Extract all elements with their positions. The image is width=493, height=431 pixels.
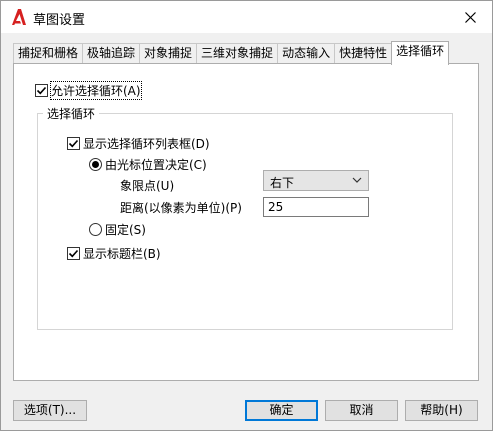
title-bar: 草图设置 (1, 1, 492, 33)
options-button[interactable]: 选项(T)... (13, 400, 87, 421)
dialog-window: 草图设置 捕捉和栅格 极轴追踪 对象捕捉 三维对象捕捉 动态输入 快捷特性 选择… (0, 0, 493, 431)
show-titlebar-label: 显示标题栏(B) (83, 247, 161, 261)
tab-quick-properties[interactable]: 快捷特性 (334, 43, 393, 64)
checkmark-icon (36, 86, 47, 95)
autocad-a-icon (12, 9, 26, 25)
ok-button[interactable]: 确定 (245, 400, 318, 421)
help-button[interactable]: 帮助(H) (405, 400, 478, 421)
tab-snap-grid[interactable]: 捕捉和栅格 (13, 43, 84, 64)
cursor-position-radio-row[interactable]: 由光标位置决定(C) (89, 156, 207, 173)
fixed-radio[interactable] (89, 223, 102, 236)
quadrant-select[interactable]: 右下 (263, 170, 369, 191)
checkmark-icon (68, 139, 79, 148)
checkmark-icon (68, 249, 79, 258)
show-list-box-checkbox[interactable] (67, 137, 80, 150)
distance-label: 距离(以像素为单位)(P) (120, 201, 242, 215)
quadrant-label: 象限点(U) (120, 179, 175, 193)
enable-cycling-checkbox-row[interactable]: 允许选择循环(A) (35, 81, 142, 100)
chevron-down-icon (352, 177, 362, 183)
group-title: 选择循环 (43, 105, 100, 122)
tab-dynamic-input[interactable]: 动态输入 (277, 43, 336, 64)
tab-polar-tracking[interactable]: 极轴追踪 (82, 43, 141, 64)
close-button[interactable] (448, 1, 492, 33)
distance-input[interactable] (263, 197, 369, 217)
quadrant-select-value: 右下 (270, 176, 295, 190)
tab-object-snap[interactable]: 对象捕捉 (139, 43, 198, 64)
fixed-radio-row[interactable]: 固定(S) (89, 221, 146, 238)
radio-selected-dot (92, 161, 99, 168)
enable-cycling-label: 允许选择循环(A) (50, 81, 142, 100)
fixed-label: 固定(S) (105, 223, 146, 237)
show-list-box-row[interactable]: 显示选择循环列表框(D) (67, 135, 210, 152)
tab-panel-selection-cycling: 允许选择循环(A) 选择循环 显示选择循环列表框(D) 由光标位置决定(C) 象… (13, 63, 479, 381)
tab-selection-cycling[interactable]: 选择循环 (391, 41, 450, 65)
window-title: 草图设置 (33, 13, 86, 28)
enable-cycling-checkbox[interactable] (35, 84, 48, 97)
tab-3d-object-snap[interactable]: 三维对象捕捉 (196, 43, 279, 64)
show-titlebar-row[interactable]: 显示标题栏(B) (67, 245, 161, 262)
tab-strip: 捕捉和栅格 极轴追踪 对象捕捉 三维对象捕捉 动态输入 快捷特性 选择循环 (13, 41, 450, 65)
show-titlebar-checkbox[interactable] (67, 247, 80, 260)
cancel-button[interactable]: 取消 (325, 400, 398, 421)
close-icon (464, 11, 476, 23)
show-list-box-label: 显示选择循环列表框(D) (83, 137, 210, 151)
cursor-position-radio[interactable] (89, 158, 102, 171)
cursor-position-label: 由光标位置决定(C) (105, 158, 207, 172)
